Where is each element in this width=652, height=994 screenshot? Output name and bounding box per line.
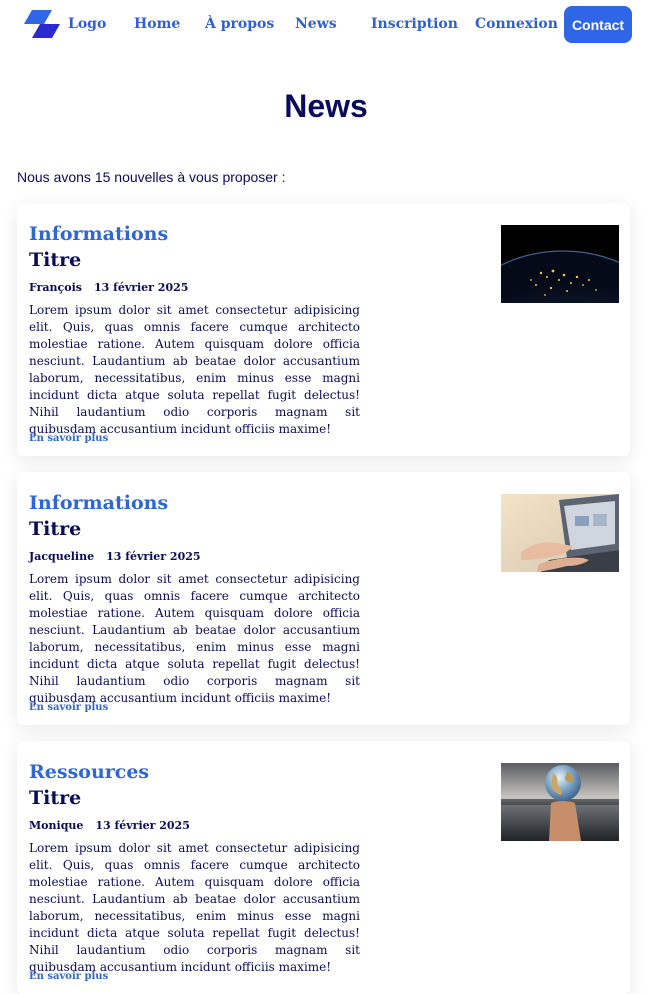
- news-count-text: Nous avons 15 nouvelles à vous proposer …: [17, 169, 286, 185]
- card-category: Informations: [29, 492, 169, 514]
- contact-button[interactable]: Contact: [564, 6, 632, 43]
- card-author: François: [29, 281, 82, 294]
- card-category: Informations: [29, 223, 169, 245]
- card-title: Titre: [29, 249, 82, 271]
- nav-link-home[interactable]: Home: [134, 16, 180, 32]
- nav-link-login[interactable]: Connexion: [475, 16, 558, 32]
- nav-link-about[interactable]: À propos: [205, 16, 274, 32]
- page-title: News: [284, 88, 368, 124]
- card-category: Ressources: [29, 761, 150, 783]
- card-date: 13 février 2025: [95, 819, 190, 832]
- card-title: Titre: [29, 518, 82, 540]
- nav-link-news[interactable]: News: [295, 16, 337, 32]
- card-title: Titre: [29, 787, 82, 809]
- logo-icon: [24, 10, 60, 38]
- card-meta: François 13 février 2025: [29, 281, 188, 294]
- hands-on-laptop-image: [501, 494, 619, 572]
- card-meta: Monique 13 février 2025: [29, 819, 190, 832]
- earth-at-night-image: [501, 225, 619, 303]
- top-navbar: Logo Home À propos News Inscription Conn…: [0, 0, 652, 50]
- card-body: Lorem ipsum dolor sit amet consectetur a…: [29, 572, 360, 705]
- news-card: Informations Titre Jacqueline 13 février …: [17, 472, 630, 725]
- card-date: 13 février 2025: [106, 550, 201, 563]
- globe-in-hand-image: [501, 763, 619, 841]
- card-author: Jacqueline: [29, 550, 95, 563]
- logo-link[interactable]: Logo: [24, 10, 106, 38]
- card-author: Monique: [29, 819, 84, 832]
- nav-link-signup[interactable]: Inscription: [371, 16, 458, 32]
- read-more-link[interactable]: En savoir plus: [29, 702, 108, 713]
- card-body: Lorem ipsum dolor sit amet consectetur a…: [29, 303, 360, 436]
- card-date: 13 février 2025: [93, 281, 189, 294]
- read-more-link[interactable]: En savoir plus: [29, 433, 108, 444]
- card-body: Lorem ipsum dolor sit amet consectetur a…: [29, 841, 360, 974]
- news-card: Informations Titre François 13 février 20…: [17, 203, 630, 456]
- logo-text: Logo: [68, 16, 107, 32]
- card-meta: Jacqueline 13 février 2025: [29, 550, 201, 563]
- news-card: Ressources Titre Monique 13 février 2025 …: [17, 741, 630, 994]
- read-more-link[interactable]: En savoir plus: [29, 971, 108, 982]
